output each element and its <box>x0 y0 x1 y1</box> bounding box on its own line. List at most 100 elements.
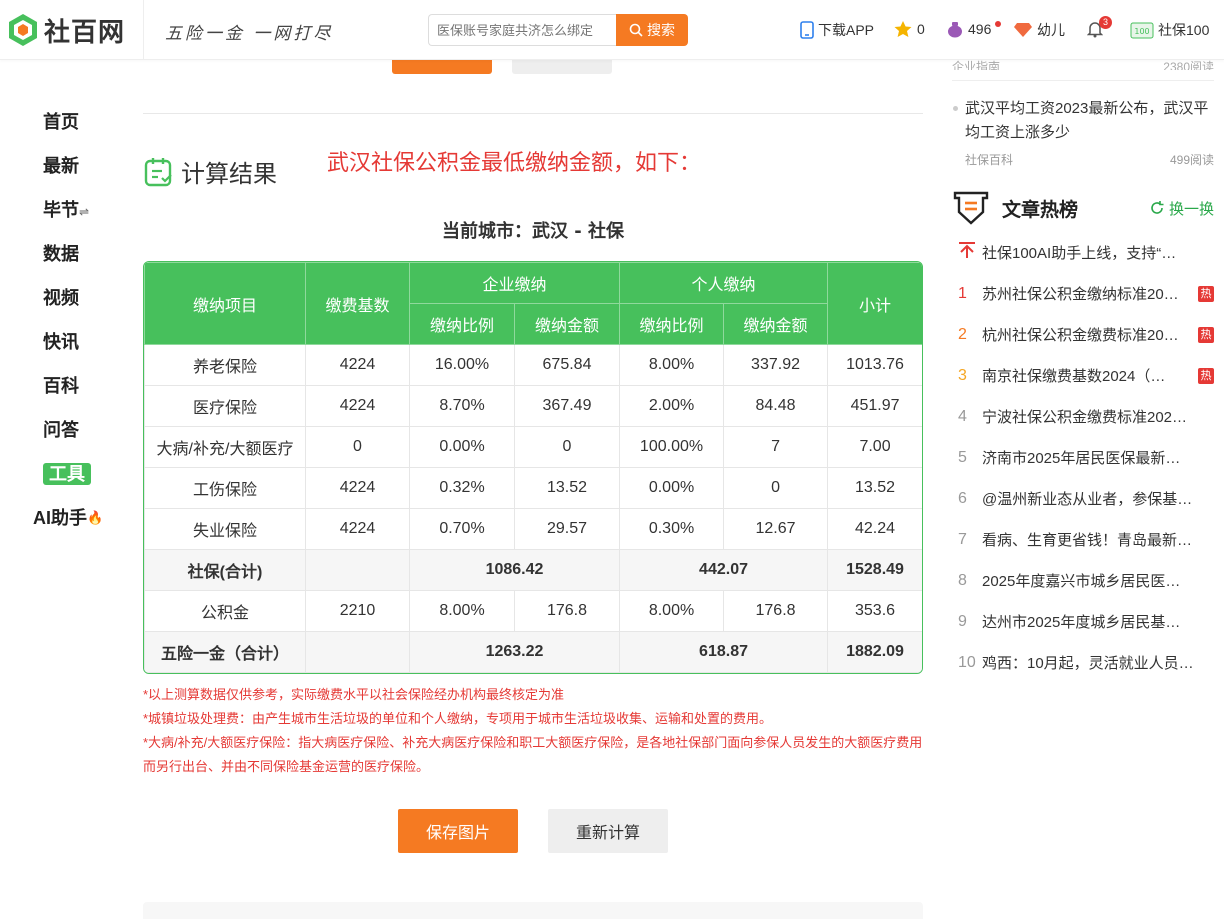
article-title[interactable]: 武汉平均工资2023最新公布，武汉平均工资上涨多少 <box>965 97 1214 145</box>
cell-company-ratio: 8.00% <box>409 590 515 632</box>
note-line: *以上测算数据仅供参考，实际缴费水平以社会保险经办机构最终核定为准 <box>143 687 565 702</box>
level-badge[interactable]: 幼儿 <box>1013 20 1065 40</box>
download-app-label: 下载APP <box>818 22 875 38</box>
fund-row: 公积金 2210 8.00% 176.8 8.00% 176.8 353.6 <box>144 590 922 632</box>
cell-base <box>305 631 410 673</box>
header-base: 缴费基数 <box>305 262 410 345</box>
hot-item[interactable]: 4 宁波社保公积金缴费标准202… <box>952 396 1214 437</box>
recalculate-button[interactable]: 重新计算 <box>548 809 668 853</box>
sidebar-divider <box>952 80 1214 81</box>
hot-item-rank: 4 <box>958 407 967 425</box>
right-sidebar: 企业指南 2380阅读 武汉平均工资2023最新公布，武汉平均工资上涨多少 社保… <box>952 60 1214 683</box>
cell-base: 4224 <box>305 344 410 386</box>
cell-base: 4224 <box>305 385 410 427</box>
hot-item[interactable]: 8 2025年度嘉兴市城乡居民医… <box>952 560 1214 601</box>
grand-total-row: 五险一金（合计） 1263.22 618.87 1882.09 <box>144 631 922 673</box>
coins-alert-dot <box>995 21 1002 27</box>
coins-value: 496 <box>968 21 992 37</box>
hot-item-rank: 1 <box>958 284 967 302</box>
cell-company-ratio: 16.00% <box>409 344 515 386</box>
hot-item[interactable]: 10 鸡西：10月起，灵活就业人员… <box>952 642 1214 683</box>
sidebar-article[interactable]: 武汉平均工资2023最新公布，武汉平均工资上涨多少 社保百科 499阅读 <box>952 97 1214 168</box>
hot-item-text: 2025年度嘉兴市城乡居民医… <box>982 573 1181 590</box>
search-icon <box>629 23 643 37</box>
table-row: 养老保险 4224 16.00% 675.84 8.00% 337.92 101… <box>144 344 922 386</box>
phone-icon <box>800 21 814 39</box>
points-counter[interactable]: 0 <box>893 20 925 38</box>
result-table: 缴纳项目 缴费基数 企业缴纳 个人缴纳 小计 缴纳比例 缴纳金额 缴纳比例 缴纳… <box>143 261 923 674</box>
hot-item-rank: 7 <box>958 530 967 548</box>
cell-personal-ratio: 8.00% <box>619 590 725 632</box>
note-line: *城镇垃圾处理费：由产生城市生活垃圾的单位和个人缴纳，专项用于城市生活垃圾收集、… <box>143 711 773 726</box>
hot-item-text: 看病、生育更省钱！青岛最新… <box>982 532 1193 549</box>
table-row: 失业保险 4224 0.70% 29.57 0.30% 12.67 42.24 <box>144 508 922 550</box>
article-category: 社保百科 <box>965 153 1014 167</box>
cell-personal-total: 442.07 <box>619 549 829 591</box>
hot-item-rank: 6 <box>958 489 967 507</box>
search-bar: 搜索 <box>428 14 688 46</box>
hot-item-rank: 5 <box>958 448 967 466</box>
hot-item-text: 杭州社保公积金缴费标准20… <box>982 327 1179 344</box>
nav-item-home[interactable]: 首页 <box>0 100 122 144</box>
notifications-button[interactable]: 3 <box>1087 15 1112 38</box>
cell-item: 失业保险 <box>144 508 306 550</box>
top-header: 社百网 五险一金 一网打尽 搜索 下载APP 0 496 幼儿 3 100 社保… <box>0 0 1224 60</box>
result-notes: *以上测算数据仅供参考，实际缴费水平以社会保险经办机构最终核定为准 *城镇垃圾处… <box>143 683 923 779</box>
nav-item-data[interactable]: 数据 <box>0 232 122 276</box>
coins-counter[interactable]: 496 <box>946 20 1002 38</box>
hot-item-text: 苏州社保公积金缴纳标准20… <box>982 286 1179 303</box>
hot-item[interactable]: 1 苏州社保公积金缴纳标准20… 热 <box>952 273 1214 314</box>
cell-personal-ratio: 0.00% <box>619 467 725 509</box>
nav-item-video[interactable]: 视频 <box>0 276 122 320</box>
nav-item-wiki[interactable]: 百科 <box>0 364 122 408</box>
download-app-link[interactable]: 下载APP <box>800 20 874 40</box>
nav-item-tools[interactable]: 工具 <box>0 452 122 496</box>
refresh-button[interactable]: 换一换 <box>1149 198 1214 219</box>
avatar: 100 <box>1130 22 1154 39</box>
cell-base: 0 <box>305 426 410 468</box>
cell-personal-amount: 176.8 <box>723 590 829 632</box>
cell-item: 医疗保险 <box>144 385 306 427</box>
star-icon <box>894 21 912 37</box>
hot-item[interactable]: 2 杭州社保公积金缴费标准20… 热 <box>952 314 1214 355</box>
hot-item-text: 济南市2025年居民医保最新… <box>982 450 1181 467</box>
nav-item-ai-assistant[interactable]: AI助手🔥 <box>0 496 122 540</box>
nav-item-flash[interactable]: 快讯 <box>0 320 122 364</box>
hot-list: 社保100AI助手上线，支持“… 1 苏州社保公积金缴纳标准20… 热 2 杭州… <box>952 232 1214 683</box>
slogan: 五险一金 一网打尽 <box>165 24 334 44</box>
cell-company-ratio: 0.70% <box>409 508 515 550</box>
cell-company-amount: 0 <box>513 426 621 468</box>
result-title: 计算结果 <box>143 154 277 189</box>
site-logo[interactable]: 社百网 <box>6 12 125 48</box>
article-reads: 499阅读 <box>1169 153 1214 167</box>
svg-text:100: 100 <box>1134 27 1149 36</box>
search-button-label: 搜索 <box>647 22 675 38</box>
article-meta: 社保百科 499阅读 <box>965 151 1214 168</box>
cell-personal-total: 618.87 <box>619 631 829 673</box>
hot-item-pinned[interactable]: 社保100AI助手上线，支持“… <box>952 232 1214 273</box>
cell-item: 大病/补充/大额医疗 <box>144 426 306 468</box>
hot-item[interactable]: 5 济南市2025年居民医保最新… <box>952 437 1214 478</box>
hot-item[interactable]: 9 达州市2025年度城乡居民基… <box>952 601 1214 642</box>
refresh-label: 换一换 <box>1168 200 1214 218</box>
cell-company-amount: 13.52 <box>513 467 621 509</box>
nav-item-latest[interactable]: 最新 <box>0 144 122 188</box>
cell-subtotal: 451.97 <box>827 385 922 427</box>
cell-personal-ratio: 100.00% <box>619 426 725 468</box>
hot-item-rank: 3 <box>958 366 967 384</box>
hot-item-text: 宁波社保公积金缴费标准202… <box>982 409 1188 426</box>
money-bag-icon <box>948 22 962 38</box>
hot-item[interactable]: 7 看病、生育更省钱！青岛最新… <box>952 519 1214 560</box>
search-button[interactable]: 搜索 <box>616 14 688 46</box>
hot-tag: 热 <box>1198 367 1214 384</box>
hot-item[interactable]: 3 南京社保缴费基数2024（… 热 <box>952 355 1214 396</box>
nav-item-city[interactable]: 毕节⇌ <box>0 188 122 232</box>
hot-item[interactable]: 6 @温州新业态从业者，参保基… <box>952 478 1214 519</box>
search-input[interactable] <box>428 14 616 46</box>
table-row: 大病/补充/大额医疗 0 0.00% 0 100.00% 7 7.00 <box>144 426 922 468</box>
save-image-button[interactable]: 保存图片 <box>398 809 518 853</box>
cell-company-ratio: 0.00% <box>409 426 515 468</box>
user-menu[interactable]: 100 社保100 <box>1130 20 1209 40</box>
section-divider <box>143 113 923 114</box>
nav-item-qa[interactable]: 问答 <box>0 408 122 452</box>
